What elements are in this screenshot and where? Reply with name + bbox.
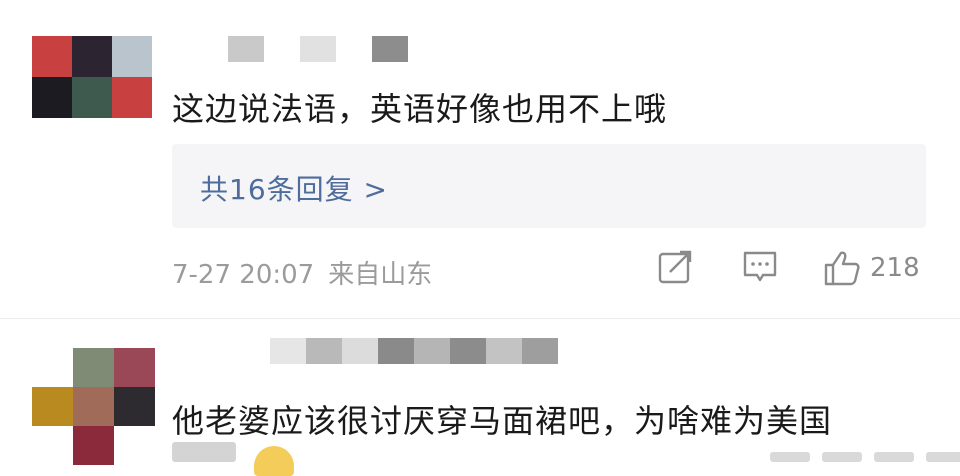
comment-bubble-icon: [743, 251, 777, 282]
avatar[interactable]: [32, 36, 152, 118]
like-button[interactable]: 218: [822, 248, 920, 288]
username-blurred[interactable]: [228, 36, 408, 62]
username-blurred[interactable]: [270, 338, 558, 364]
comment-text: 他老婆应该很讨厌穿马面裙吧，为啥难为美国: [172, 402, 833, 440]
comment-meta-cutoff: [770, 452, 960, 462]
replies-box[interactable]: 共16条回复 >: [172, 144, 926, 228]
comment-text-cutoff: [172, 442, 236, 472]
share-button[interactable]: [656, 248, 694, 286]
view-replies-link[interactable]: 共16条回复 >: [200, 168, 388, 208]
like-count: 218: [870, 253, 920, 283]
comment-card: 他老婆应该很讨厌穿马面裙吧，为啥难为美国: [0, 318, 960, 476]
thumbs-up-icon: [824, 251, 860, 286]
share-edit-icon: [658, 250, 692, 284]
comment-text: 这边说法语，英语好像也用不上哦: [172, 90, 668, 128]
location: 来自山东: [328, 260, 433, 290]
comment-card: 这边说法语，英语好像也用不上哦 共16条回复 > 7-27 20:07 来自山东 …: [0, 0, 960, 318]
cat-emoji-icon: [254, 446, 294, 476]
reply-button[interactable]: [740, 248, 780, 286]
comment-meta: 7-27 20:07 来自山东: [172, 254, 432, 291]
timestamp: 7-27 20:07: [172, 260, 315, 290]
avatar[interactable]: [32, 348, 156, 466]
